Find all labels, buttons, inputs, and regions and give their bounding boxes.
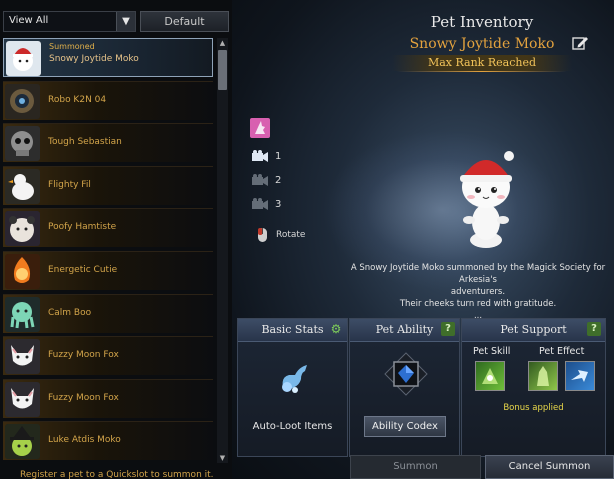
pet-list-item[interactable]: Robo K2N 04: [3, 80, 213, 120]
summoned-badge: Summoned: [49, 42, 95, 51]
octopus-pet-icon: [5, 296, 40, 332]
pet-skill-icon[interactable]: [475, 361, 505, 391]
ability-codex-button[interactable]: Ability Codex: [364, 416, 446, 437]
edit-name-icon[interactable]: [571, 34, 589, 52]
duck-pet-icon: [5, 168, 40, 204]
rank-banner: Max Rank Reached: [392, 55, 572, 71]
rotate-label: Rotate: [276, 230, 306, 240]
snowman-pet-icon: [6, 41, 41, 76]
pet-name: Fuzzy Moon Fox: [48, 392, 119, 403]
fox-pet-icon: [5, 339, 40, 375]
pet-effect-speed-icon[interactable]: [565, 361, 595, 391]
camera-2-label: 2: [275, 175, 282, 186]
filter-value: View All: [9, 15, 49, 26]
rank-divider: [397, 71, 567, 72]
pet-support-panel: Pet Support ? Pet Skill Pet Effect Bonus…: [461, 318, 606, 457]
pet-description: A Snowy Joytide Moko summoned by the Mag…: [342, 262, 614, 322]
bonus-applied-text: Bonus applied: [503, 403, 564, 413]
pet-list-item[interactable]: Luke Atdis Moko: [3, 421, 213, 461]
pet-list-panel: View All ▼ Default Summoned Snowy Joytide…: [0, 0, 232, 479]
pet-list-item[interactable]: Flighty Fil: [3, 165, 213, 205]
pet-skill-label: Pet Skill: [473, 346, 511, 357]
pet-list-scrollbar[interactable]: ▲ ▼: [217, 38, 228, 463]
camera-1-label: 1: [275, 151, 282, 162]
camera-3-icon[interactable]: [250, 195, 270, 215]
pet-model[interactable]: [451, 140, 521, 250]
gear-icon[interactable]: ⚙: [329, 322, 343, 336]
chevron-down-icon[interactable]: ▼: [116, 12, 135, 31]
robot-pet-icon: [5, 83, 40, 119]
pet-name: Snowy Joytide Moko: [49, 54, 139, 64]
pet-ability-panel: Pet Ability ? Ability Codex: [349, 318, 460, 457]
pet-name: Calm Boo: [48, 307, 92, 318]
pet-list: Summoned Snowy Joytide Moko Robo K2N 04 Tou…: [0, 38, 216, 463]
mouse-icon: [252, 225, 272, 245]
pet-list-item[interactable]: Tough Sebastian: [3, 123, 213, 163]
camera-2-icon[interactable]: [250, 171, 270, 191]
pet-effect-icon[interactable]: [528, 361, 558, 391]
default-sort-button[interactable]: Default: [140, 11, 229, 32]
pet-name: Flighty Fil: [48, 179, 91, 190]
cancel-summon-button[interactable]: Cancel Summon: [485, 455, 614, 479]
pet-effect-label: Pet Effect: [539, 346, 585, 357]
description-line: A Snowy Joytide Moko summoned by the Mag…: [350, 263, 606, 285]
pet-preview-scene[interactable]: Pet Inventory Snowy Joytide Moko Max Ran…: [232, 0, 614, 479]
pet-name: Robo K2N 04: [48, 94, 107, 105]
skull-pet-icon: [5, 126, 40, 162]
quickslot-hint: Register a pet to a Quickslot to summon …: [20, 470, 214, 479]
scroll-down-icon[interactable]: ▼: [217, 453, 228, 463]
pet-list-item[interactable]: Fuzzy Moon Fox: [3, 378, 213, 418]
fox-pet-icon: [5, 381, 40, 417]
ability-gem-icon[interactable]: [384, 352, 428, 396]
pet-support-header: Pet Support ?: [462, 319, 605, 342]
pet-support-title: Pet Support: [500, 323, 567, 336]
witch-moko-pet-icon: [5, 424, 40, 460]
summon-button[interactable]: Summon: [350, 455, 481, 479]
scroll-up-icon[interactable]: ▲: [217, 38, 228, 48]
pet-list-item[interactable]: Fuzzy Moon Fox: [3, 336, 213, 376]
camera-3-label: 3: [275, 199, 282, 210]
pet-inventory-window: View All ▼ Default Summoned Snowy Joytide…: [0, 0, 614, 479]
hamster-pet-icon: [5, 211, 40, 247]
unicorn-icon[interactable]: [250, 118, 270, 138]
camera-1-icon[interactable]: [250, 147, 270, 167]
auto-loot-label: Auto-Loot Items: [252, 421, 333, 432]
pet-name: Tough Sebastian: [48, 137, 122, 148]
page-title: Pet Inventory: [430, 13, 534, 31]
pet-list-item[interactable]: Calm Boo: [3, 293, 213, 333]
help-icon[interactable]: ?: [441, 322, 455, 336]
pet-list-item[interactable]: Poofy Hamtiste: [3, 208, 213, 248]
description-line: adventurers.: [450, 287, 506, 297]
pet-ability-header: Pet Ability ?: [350, 319, 459, 342]
pet-list-item[interactable]: Energetic Cutie: [3, 251, 213, 290]
fire-spirit-pet-icon: [5, 254, 40, 289]
pet-name: Fuzzy Moon Fox: [48, 350, 119, 361]
pet-name: Poofy Hamtiste: [48, 222, 117, 233]
pet-name: Luke Atdis Moko: [48, 435, 121, 446]
basic-stats-panel: Basic Stats ⚙ Auto-Loot Items: [237, 318, 348, 457]
description-line: Their cheeks turn red with gratitude.: [399, 299, 557, 309]
pet-list-item[interactable]: Summoned Snowy Joytide Moko: [3, 38, 213, 77]
filter-dropdown[interactable]: View All ▼: [3, 11, 136, 32]
pet-name: Energetic Cutie: [48, 265, 118, 275]
scroll-thumb[interactable]: [218, 50, 227, 90]
auto-loot-icon: [275, 357, 313, 395]
basic-stats-header: Basic Stats ⚙: [238, 319, 347, 342]
help-icon[interactable]: ?: [587, 322, 601, 336]
pet-name-title: Snowy Joytide Moko: [409, 36, 555, 52]
